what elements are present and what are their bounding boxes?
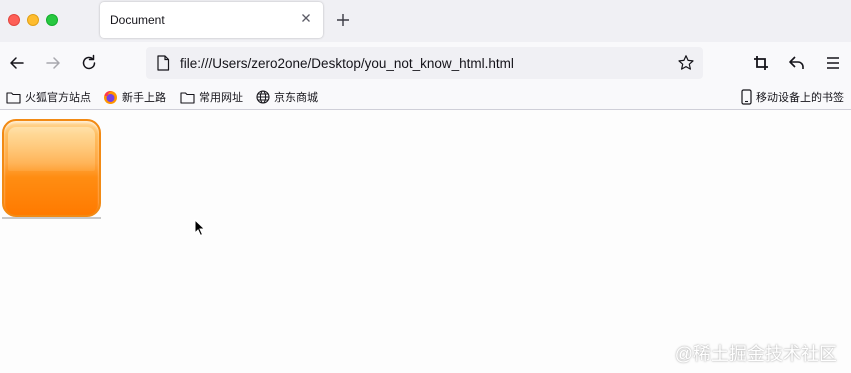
bookmark-label: 火狐官方站点 <box>25 92 91 104</box>
bookmark-jd-mall[interactable]: 京东商城 <box>256 89 318 105</box>
undo-icon[interactable] <box>787 53 807 73</box>
bookmark-label: 新手上路 <box>122 92 166 104</box>
firefox-icon <box>104 90 117 104</box>
button-gloss <box>8 127 95 171</box>
mobile-bookmarks[interactable]: 移动设备上的书签 <box>741 89 844 105</box>
tab-document[interactable]: Document <box>100 2 323 38</box>
reload-icon[interactable] <box>79 53 99 73</box>
bookmark-label: 京东商城 <box>274 92 318 104</box>
bookmark-folder-firefox-official[interactable]: 火狐官方站点 <box>6 89 91 105</box>
url-text[interactable]: file:///Users/zero2one/Desktop/you_not_k… <box>180 56 514 71</box>
back-arrow-icon[interactable] <box>7 53 27 73</box>
url-bar[interactable]: file:///Users/zero2one/Desktop/you_not_k… <box>146 47 703 79</box>
navigation-toolbar: file:///Users/zero2one/Desktop/you_not_k… <box>0 42 851 84</box>
bookmark-folder-common-sites[interactable]: 常用网址 <box>180 89 243 105</box>
bookmark-getting-started[interactable]: 新手上路 <box>103 89 166 105</box>
window-maximize-button[interactable] <box>46 14 58 26</box>
globe-icon <box>256 90 270 104</box>
folder-icon <box>6 91 21 104</box>
bookmarks-toolbar: 火狐官方站点 新手上路 常用网址 京东商城 移动设备上的书签 <box>0 84 851 110</box>
menu-icon[interactable] <box>823 53 843 73</box>
new-tab-icon[interactable] <box>334 11 352 29</box>
bookmark-label: 移动设备上的书签 <box>756 92 844 104</box>
window-minimize-button[interactable] <box>27 14 39 26</box>
bookmark-label: 常用网址 <box>199 92 243 104</box>
window-close-button[interactable] <box>8 14 20 26</box>
bookmark-star-icon[interactable] <box>677 54 695 72</box>
mouse-cursor-icon <box>194 219 206 237</box>
orange-glossy-button[interactable] <box>2 119 101 217</box>
page-content: @稀土掘金技术社区 <box>0 111 851 373</box>
folder-icon <box>180 91 195 104</box>
forward-arrow-icon[interactable] <box>43 53 63 73</box>
button-baseline <box>2 217 101 219</box>
watermark: @稀土掘金技术社区 <box>674 344 837 364</box>
crop-screenshot-icon[interactable] <box>751 53 771 73</box>
tab-title: Document <box>110 13 165 27</box>
close-icon[interactable] <box>299 11 313 25</box>
tab-strip: Document <box>0 0 851 42</box>
page-icon <box>157 55 170 71</box>
mobile-icon <box>741 89 752 105</box>
